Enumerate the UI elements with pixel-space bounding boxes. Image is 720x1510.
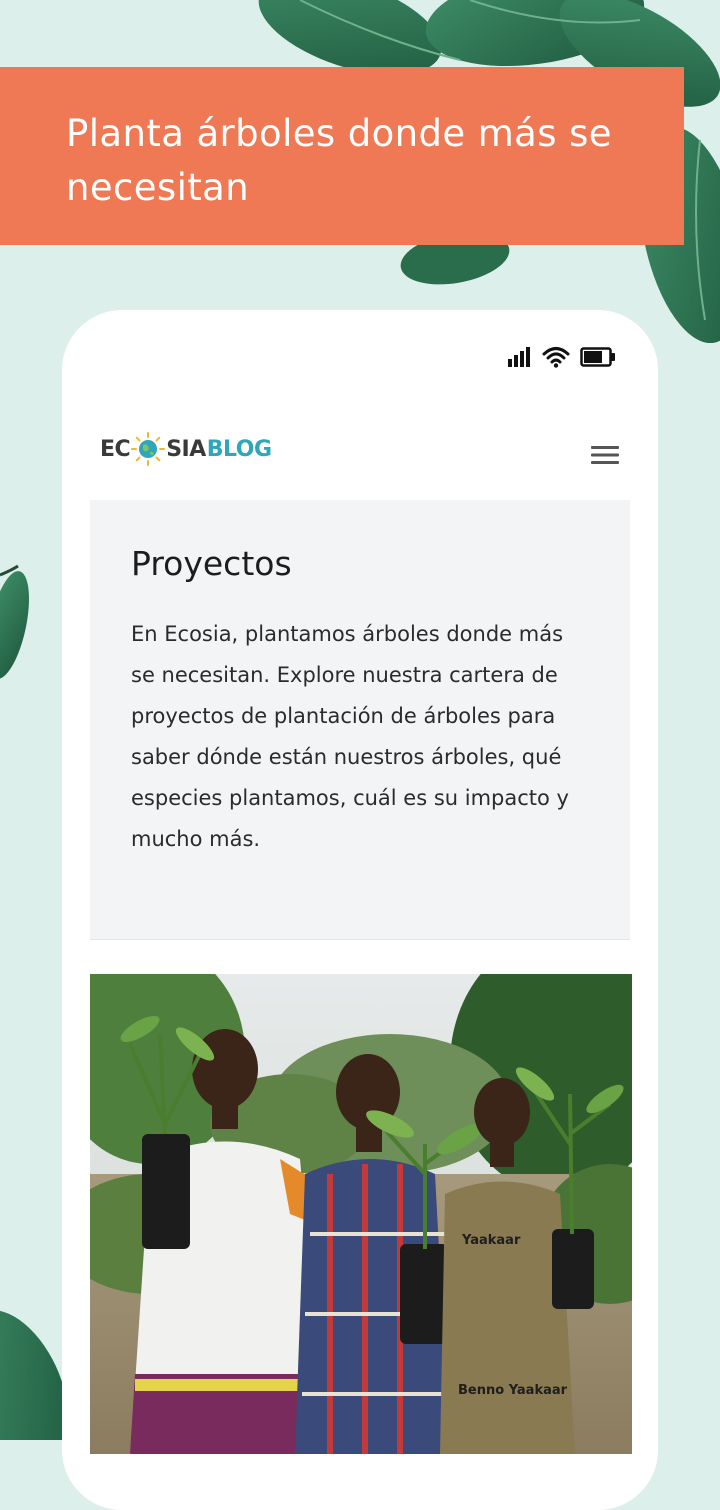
wifi-icon [542,346,570,368]
logo-text-blog: BLOG [206,436,272,462]
project-photo: Yaakaar Benno Yaakaar [90,974,632,1454]
battery-icon [580,347,616,367]
projects-description: En Ecosia, plantamos árboles donde más s… [131,622,569,851]
hamburger-menu-icon[interactable] [588,440,622,470]
projects-card: Proyectos En Ecosia, plantamos árboles d… [90,500,630,940]
ecosia-blog-logo[interactable]: EC SIA BLOG [100,432,272,466]
globe-sun-icon [131,432,166,466]
promo-headline: Planta árboles donde más se necesitan [66,112,612,209]
blog-header: EC SIA BLOG [62,420,658,490]
status-bar [508,346,616,368]
projects-heading: Proyectos [131,544,292,583]
promo-banner: Planta árboles donde más se necesitan [0,67,684,245]
signal-bars-icon [508,347,532,367]
shirt-text-1: Yaakaar [461,1233,521,1248]
left-leaf [0,564,29,679]
phone-mockup: EC SIA BLOG Proyectos En Ecosia, plantam… [62,310,658,1510]
logo-text-sia: SIA [166,436,206,462]
logo-text-ec: EC [100,436,131,462]
shirt-text-2: Benno Yaakaar [458,1383,568,1398]
